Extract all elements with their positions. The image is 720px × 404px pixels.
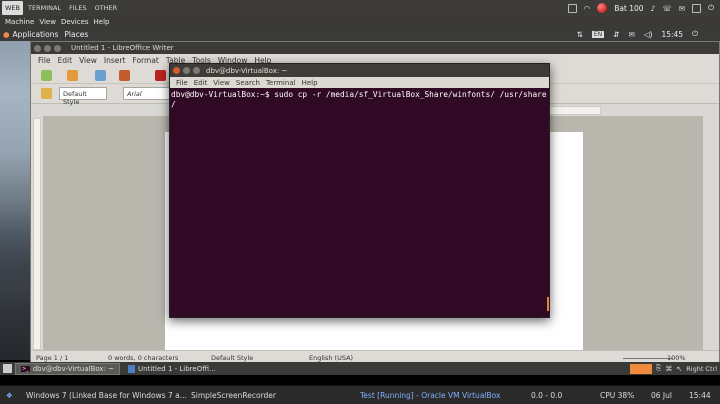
vbox-display-icon[interactable] [629,363,652,374]
vbox-network-icon[interactable]: ⌘ [665,365,672,373]
host-task-windows7[interactable]: Windows 7 (Linked Base for Windows 7 a..… [26,391,187,400]
volume-icon[interactable]: ◁) [644,30,653,39]
screen: WEB TERMINAL FILES OTHER ◠ Bat 100 ♪ ☏ ✉… [0,0,720,404]
zoom-slider[interactable] [623,358,673,359]
terminal-menu-view[interactable]: View [213,79,230,87]
host-top-bar: WEB TERMINAL FILES OTHER ◠ Bat 100 ♪ ☏ ✉… [0,0,720,16]
battery-icon[interactable] [692,3,702,13]
vbox-menu-help[interactable]: Help [94,18,110,26]
cpu-usage: CPU 38% [600,391,635,400]
host-tab-files[interactable]: FILES [66,1,90,15]
battery-label[interactable]: Bat 100 [614,4,643,13]
host-menu-icon[interactable]: ❖ [6,391,13,400]
guest-tray: ⇅ EN ⇵ ✉ ◁) 15:45 ⏻ [577,27,720,41]
status-page-count: Page 1 / 1 [36,354,69,362]
font-name-select[interactable]: Arial [123,87,175,100]
terminal-title-bar: dbv@dbv-VirtualBox: ~ [170,64,549,77]
guest-clock[interactable]: 15:45 [661,30,683,39]
terminal-icon: >_ [21,365,30,372]
net-speed: 0.0 - 0.0 [531,391,563,400]
terminal-menu-file[interactable]: File [176,79,188,87]
writer-close-button[interactable] [34,44,41,52]
writer-menu-edit[interactable]: Edit [58,56,73,65]
task-writer-label: Untitled 1 - LibreOffi... [138,364,216,373]
window-icon[interactable] [567,3,577,13]
task-terminal[interactable]: >_ dbv@dbv-VirtualBox: ~ [15,362,121,375]
task-terminal-label: dbv@dbv-VirtualBox: ~ [32,364,115,373]
status-page-style: Default Style [211,354,254,362]
writer-title: Untitled 1 - LibreOffice Writer [71,44,174,52]
save-icon[interactable] [95,70,106,81]
styles-icon[interactable] [41,88,52,99]
export-icon[interactable] [119,70,130,81]
terminal-window: dbv@dbv-VirtualBox: ~ File Edit View Sea… [169,63,550,318]
terminal-wrapped-line: / [171,100,176,109]
terminal-menu-help[interactable]: Help [302,79,318,87]
new-document-icon[interactable] [41,70,52,81]
terminal-close-button[interactable] [173,67,180,74]
vbox-mouse-icon[interactable]: ↖ [676,365,682,373]
host-date[interactable]: 06 Jul [651,391,672,400]
task-writer[interactable]: Untitled 1 - LibreOffi... [123,363,221,375]
record-icon[interactable] [597,3,608,13]
ubuntu-logo-icon[interactable]: ● [3,30,10,39]
vbox-menu-devices[interactable]: Devices [61,18,89,26]
host-tray: ◠ Bat 100 ♪ ☏ ✉ ⏻ [567,0,720,16]
writer-title-bar: Untitled 1 - LibreOffice Writer [31,42,719,54]
export-pdf-icon[interactable] [155,70,166,81]
guest-power-icon[interactable]: ⏻ [692,29,698,39]
places-menu[interactable]: Places [64,30,88,39]
keyboard-lang-indicator[interactable]: EN [591,30,605,38]
host-time[interactable]: 15:44 [689,391,711,400]
writer-menu-insert[interactable]: Insert [104,56,126,65]
terminal-maximize-button[interactable] [193,67,200,74]
sound-icon[interactable]: ♪ [651,4,656,13]
wifi-icon[interactable]: ◠ [584,4,591,13]
status-word-count: 0 words, 0 characters [108,354,179,362]
network-icon[interactable]: ⇵ [613,30,619,39]
mail-icon[interactable]: ✉ [679,4,685,13]
guest-top-panel: ● Applications Places ⇅ EN ⇵ ✉ ◁) 15:45 … [0,27,720,41]
terminal-title: dbv@dbv-VirtualBox: ~ [206,66,288,75]
status-language: English (USA) [309,354,354,362]
host-task-recorder[interactable]: SimpleScreenRecorder [191,391,276,400]
vertical-ruler [33,118,41,350]
terminal-output[interactable]: dbv@dbv-VirtualBox:~$ sudo cp -r /media/… [170,88,549,318]
terminal-menu-bar: File Edit View Search Terminal Help [170,77,549,88]
terminal-minimize-button[interactable] [183,67,190,74]
paragraph-style-select[interactable]: Default Style [59,87,107,106]
terminal-scrollbar[interactable] [547,297,549,311]
writer-menu-view[interactable]: View [79,56,97,65]
terminal-menu-edit[interactable]: Edit [194,79,208,87]
writer-menu-format[interactable]: Format [132,56,158,65]
applications-menu[interactable]: Applications [13,30,59,39]
terminal-menu-search[interactable]: Search [236,79,260,87]
host-task-virtualbox[interactable]: Test [Running] - Oracle VM VirtualBox [360,391,500,400]
vbox-menu-view[interactable]: View [39,18,56,26]
vbox-menu-machine[interactable]: Machine [5,18,34,26]
writer-menu-file[interactable]: File [38,56,51,65]
status-zoom[interactable]: 100% [667,354,686,362]
host-taskbar: ❖ Windows 7 (Linked Base for Windows 7 a… [0,385,720,404]
writer-maximize-button[interactable] [54,44,61,52]
guest-bottom-panel: >_ dbv@dbv-VirtualBox: ~ Untitled 1 - Li… [0,362,720,375]
host-tab-web[interactable]: WEB [2,1,23,15]
phone-icon[interactable]: ☏ [662,4,671,13]
terminal-command-line: dbv@dbv-VirtualBox:~$ sudo cp -r /media/… [171,90,547,99]
show-desktop-icon[interactable] [3,364,12,373]
writer-icon [128,364,136,373]
host-tab-terminal[interactable]: TERMINAL [25,1,64,15]
terminal-menu-terminal[interactable]: Terminal [266,79,296,87]
vbox-status-icons: ⎘ ⌘ ↖ Right Ctrl [629,362,717,375]
open-folder-icon[interactable] [67,70,78,81]
host-key-label: Right Ctrl [686,364,717,373]
writer-minimize-button[interactable] [44,44,51,52]
virtualbox-menu-bar: Machine View Devices Help [0,16,720,27]
sort-icon[interactable]: ⇅ [577,30,583,39]
mail-icon[interactable]: ✉ [628,30,634,39]
host-tab-other[interactable]: OTHER [92,1,121,15]
vbox-usb-icon[interactable]: ⎘ [656,364,662,373]
power-icon[interactable]: ⏻ [708,3,714,13]
